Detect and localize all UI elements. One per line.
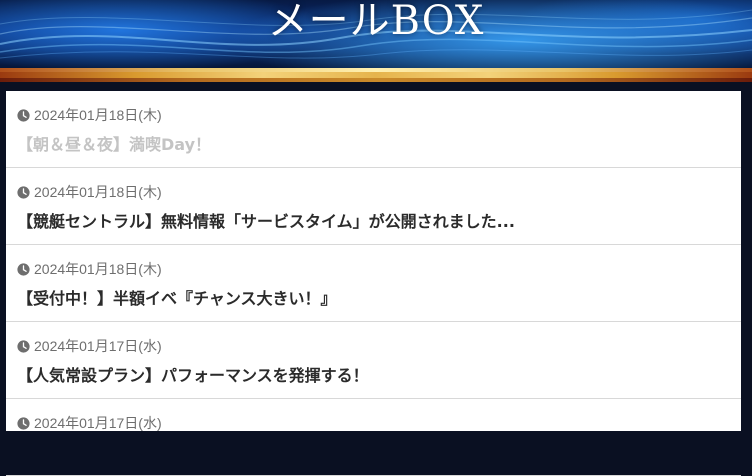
mail-title[interactable]: 【競艇セントラル】無料情報「サービスタイム」が公開されました... <box>17 208 515 232</box>
mail-title[interactable]: 【朝＆昼＆夜】満喫Day！ <box>17 131 211 155</box>
mail-date-text: 2024年01月18日(木) <box>34 184 162 200</box>
mail-date-text: 2024年01月17日(水) <box>34 415 162 431</box>
mail-date-text: 2024年01月18日(木) <box>34 107 162 123</box>
mail-list-item[interactable]: 2024年01月18日(木) 【朝＆昼＆夜】満喫Day！ <box>6 91 741 168</box>
mail-list-item[interactable]: 2024年01月17日(水) <box>6 399 741 476</box>
mail-title[interactable]: 【人気常設プラン】パフォーマンスを発揮する！ <box>17 362 369 386</box>
mail-date-text: 2024年01月18日(木) <box>34 261 162 277</box>
page-header: メールBOX <box>0 0 752 68</box>
mail-date: 2024年01月17日(水) <box>17 336 162 356</box>
mail-date: 2024年01月17日(水) <box>17 413 162 433</box>
mail-date: 2024年01月18日(木) <box>17 259 162 279</box>
mail-list-item[interactable]: 2024年01月18日(木) 【競艇セントラル】無料情報「サービスタイム」が公開… <box>6 168 741 245</box>
clock-icon <box>17 339 30 353</box>
mail-date-text: 2024年01月17日(水) <box>34 338 162 354</box>
clock-icon <box>17 108 30 122</box>
mail-list-item[interactable]: 2024年01月17日(水) 【人気常設プラン】パフォーマンスを発揮する！ <box>6 322 741 399</box>
clock-icon <box>17 416 30 430</box>
header-divider <box>0 68 752 82</box>
page-title: メールBOX <box>267 0 485 44</box>
mail-list-item[interactable]: 2024年01月18日(木) 【受付中！】半額イベ『チャンス大きい！』 <box>6 245 741 322</box>
mail-list: 2024年01月18日(木) 【朝＆昼＆夜】満喫Day！ 2024年01月18日… <box>6 91 741 476</box>
mail-date: 2024年01月18日(木) <box>17 105 162 125</box>
clock-icon <box>17 262 30 276</box>
mail-title[interactable]: 【受付中！】半額イベ『チャンス大きい！』 <box>17 285 337 309</box>
clock-icon <box>17 185 30 199</box>
mail-date: 2024年01月18日(木) <box>17 182 162 202</box>
